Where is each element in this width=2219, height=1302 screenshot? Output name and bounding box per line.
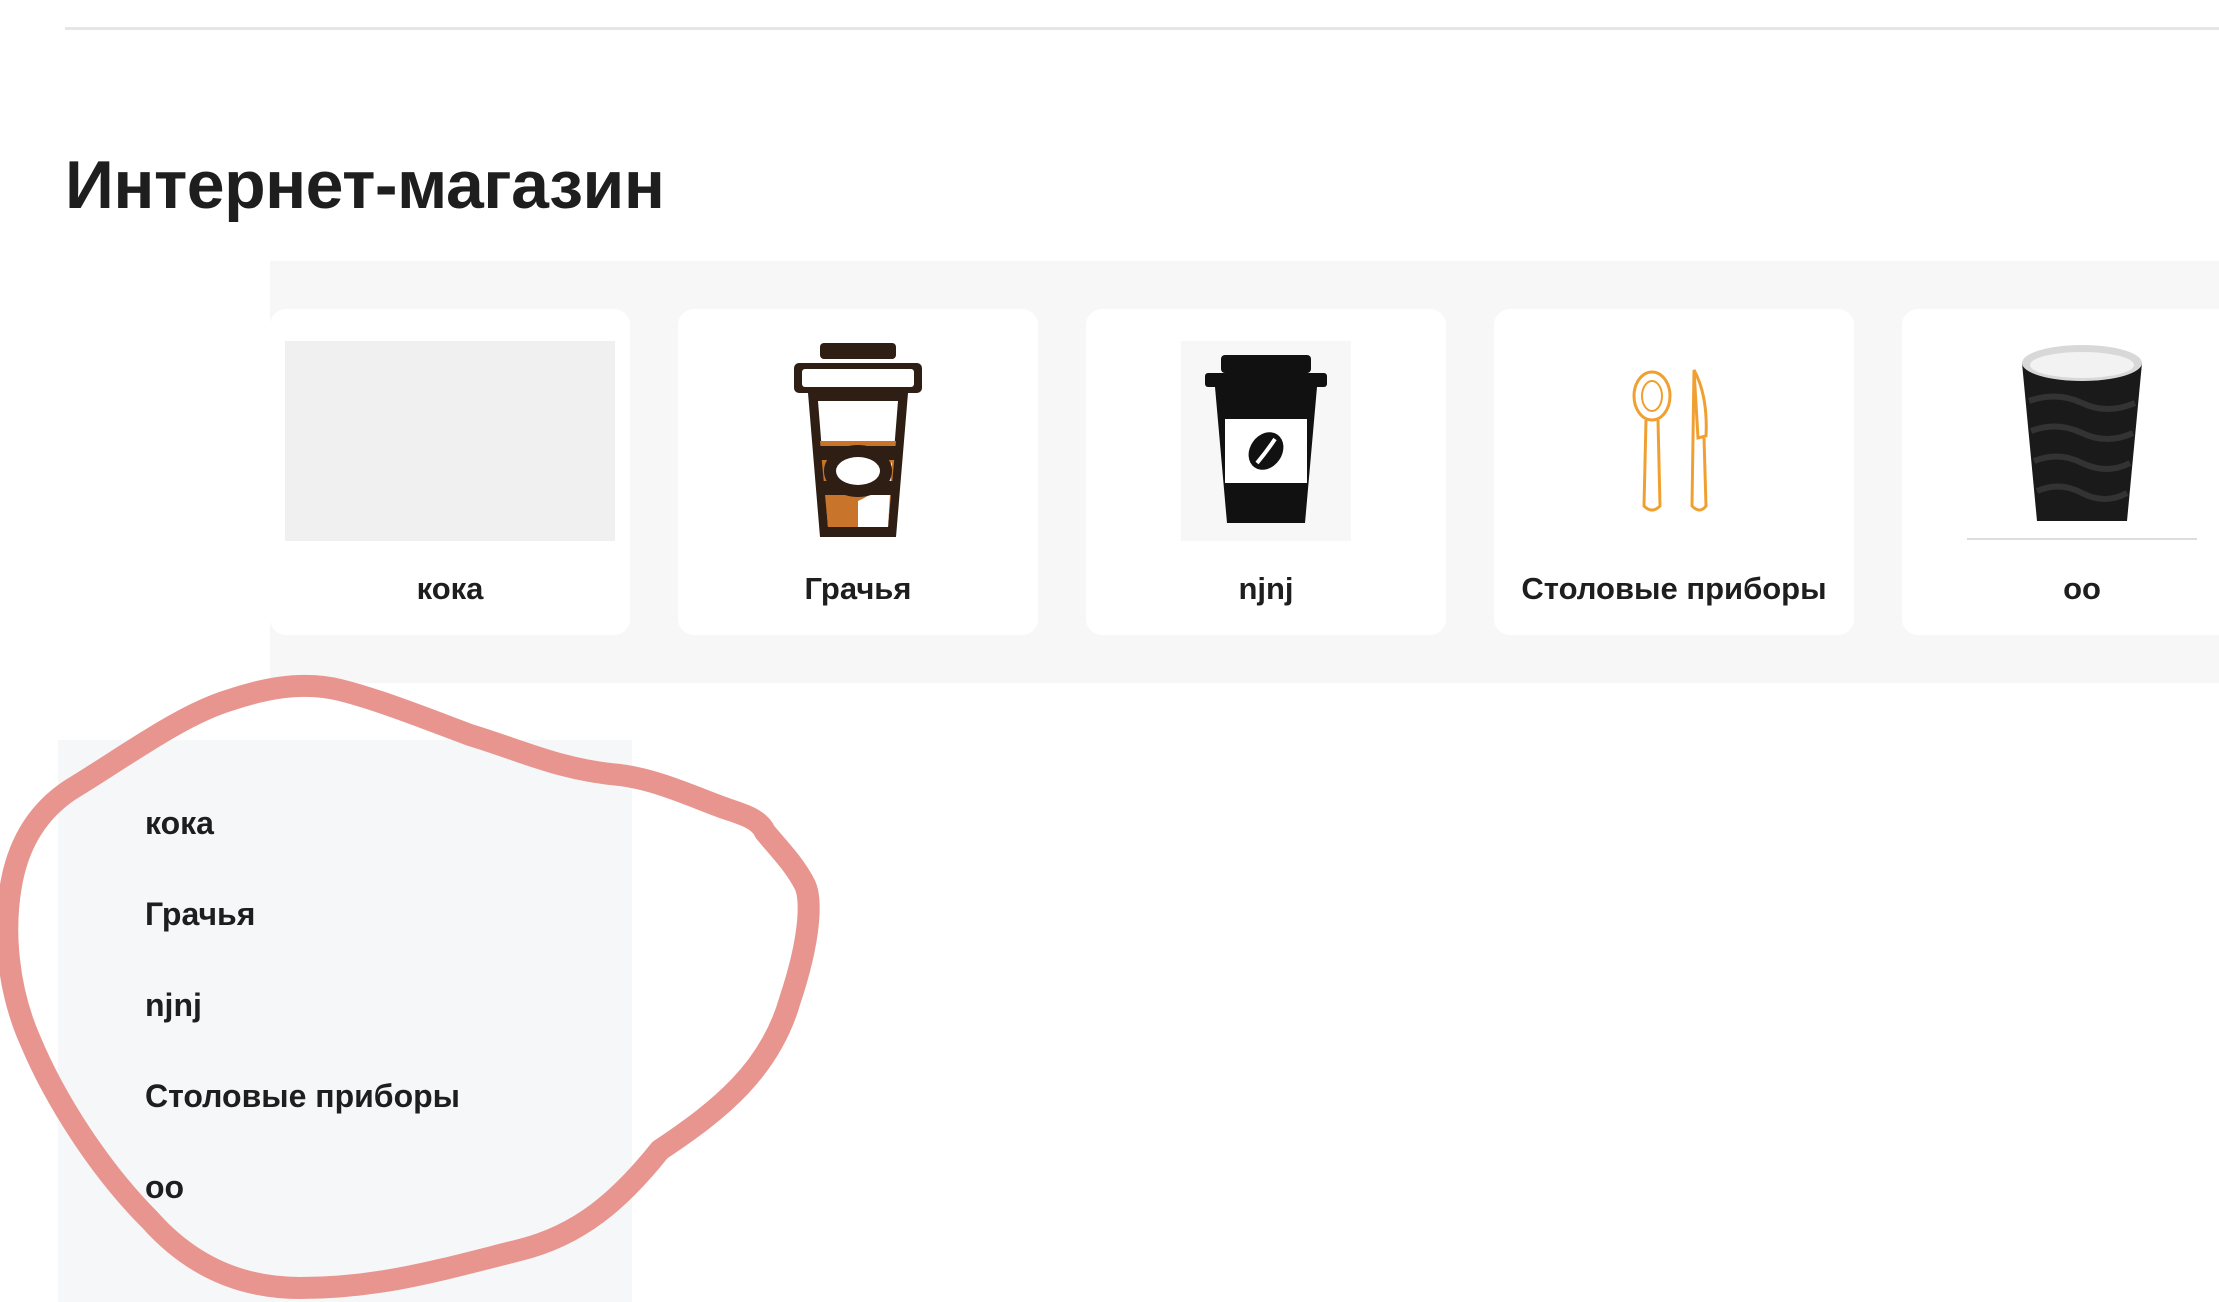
category-card-cutlery[interactable]: Столовые приборы bbox=[1494, 309, 1854, 635]
category-card-label: кока bbox=[416, 571, 484, 606]
category-card-label: Грачья bbox=[804, 571, 912, 606]
image-placeholder bbox=[285, 341, 615, 541]
category-card-label: оо bbox=[2063, 571, 2101, 606]
sidebar-item-koka[interactable]: кока bbox=[145, 805, 214, 842]
sidebar-item-njnj[interactable]: njnj bbox=[145, 987, 202, 1024]
coffee-cup-icon bbox=[1101, 341, 1431, 541]
sidebar-item-grachya[interactable]: Грачья bbox=[145, 896, 255, 933]
coffee-cup-icon bbox=[693, 341, 1023, 541]
page-title: Интернет-магазин bbox=[65, 147, 665, 223]
category-card-grachya[interactable]: Грачья bbox=[678, 309, 1038, 635]
cutlery-icon bbox=[1509, 341, 1839, 541]
category-card-koka[interactable]: кока bbox=[270, 309, 630, 635]
page: Интернет-магазин кока Грачья njnj Столов… bbox=[0, 0, 2219, 1302]
paper-cup-icon bbox=[1917, 341, 2219, 541]
category-card-label: Столовые приборы bbox=[1521, 571, 1827, 606]
category-card-njnj[interactable]: njnj bbox=[1086, 309, 1446, 635]
sidebar-item-oo[interactable]: оо bbox=[145, 1169, 184, 1206]
category-card-label: njnj bbox=[1238, 571, 1294, 606]
top-divider bbox=[65, 27, 2219, 30]
category-card-oo[interactable]: оо bbox=[1902, 309, 2219, 635]
category-sidebar: кока Грачья njnj Столовые приборы оо bbox=[58, 740, 632, 1302]
sidebar-item-cutlery[interactable]: Столовые приборы bbox=[145, 1078, 460, 1115]
category-carousel: кока Грачья njnj Столовые приборы оо bbox=[270, 261, 2219, 683]
